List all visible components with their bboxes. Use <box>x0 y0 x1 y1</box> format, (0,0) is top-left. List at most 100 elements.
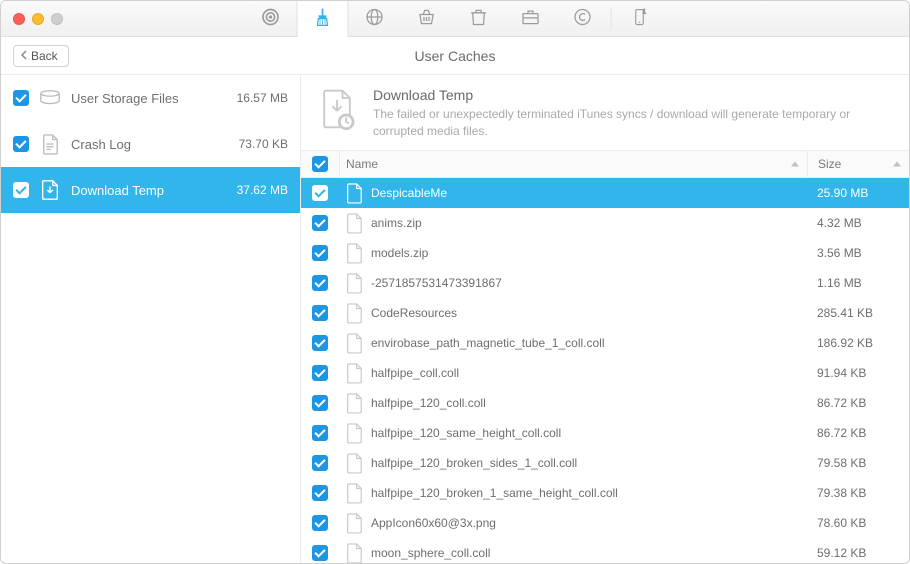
row-checkbox[interactable] <box>312 305 328 321</box>
table-header: Name Size <box>301 150 909 178</box>
download-temp-large-icon <box>315 87 359 131</box>
row-checkbox[interactable] <box>312 365 328 381</box>
column-header-name[interactable]: Name <box>339 151 807 177</box>
row-filename: CodeResources <box>371 306 457 320</box>
detail-description: The failed or unexpectedly terminated iT… <box>373 106 895 140</box>
chevron-left-icon <box>20 49 28 63</box>
row-checkbox[interactable] <box>312 185 328 201</box>
sidebar-item[interactable]: Download Temp37.62 MB <box>1 167 300 213</box>
row-checkbox[interactable] <box>312 275 328 291</box>
file-icon <box>345 512 363 534</box>
main-panel: Download Temp The failed or unexpectedly… <box>301 75 909 563</box>
sidebar-item-size: 37.62 MB <box>237 183 288 197</box>
sidebar-item[interactable]: User Storage Files16.57 MB <box>1 75 300 121</box>
row-name-cell: models.zip <box>339 242 807 264</box>
brush-icon <box>313 7 333 30</box>
table-row[interactable]: halfpipe_120_broken_sides_1_coll.coll79.… <box>301 448 909 478</box>
row-filename: -2571857531473391867 <box>371 276 502 290</box>
row-name-cell: halfpipe_coll.coll <box>339 362 807 384</box>
table-row[interactable]: envirobase_path_magnetic_tube_1_coll.col… <box>301 328 909 358</box>
table-row[interactable]: CodeResources 285.41 KB <box>301 298 909 328</box>
table-row[interactable]: -2571857531473391867 1.16 MB <box>301 268 909 298</box>
sidebar-checkbox[interactable] <box>13 136 29 152</box>
select-all-checkbox[interactable] <box>312 156 328 172</box>
briefcase-icon <box>521 7 541 30</box>
table-row[interactable]: DespicableMe25.90 MB <box>301 178 909 208</box>
row-size-cell: 285.41 KB <box>807 306 909 320</box>
sidebar-checkbox[interactable] <box>13 182 29 198</box>
toolbar: 1 <box>245 1 666 36</box>
back-button[interactable]: Back <box>13 45 69 67</box>
row-checkbox[interactable] <box>312 455 328 471</box>
row-size-cell: 78.60 KB <box>807 516 909 530</box>
minimize-window-button[interactable] <box>32 13 44 25</box>
row-name-cell: -2571857531473391867 <box>339 272 807 294</box>
row-checkbox[interactable] <box>312 395 328 411</box>
titlebar: 1 <box>1 1 909 37</box>
sort-arrow-icon <box>893 161 901 166</box>
zoom-window-button[interactable] <box>51 13 63 25</box>
table-row[interactable]: halfpipe_120_same_height_coll.coll86.72 … <box>301 418 909 448</box>
row-name-cell: moon_sphere_coll.coll <box>339 542 807 563</box>
file-icon <box>345 452 363 474</box>
row-name-cell: halfpipe_120_broken_sides_1_coll.coll <box>339 452 807 474</box>
traffic-lights <box>13 13 63 25</box>
row-size-cell: 79.38 KB <box>807 486 909 500</box>
file-icon <box>345 422 363 444</box>
row-checkbox[interactable] <box>312 245 328 261</box>
detail-header: Download Temp The failed or unexpectedly… <box>301 75 909 150</box>
row-checkbox[interactable] <box>312 515 328 531</box>
column-header-size[interactable]: Size <box>807 151 909 177</box>
toolbar-device[interactable]: 1 <box>614 1 666 37</box>
row-checkbox[interactable] <box>312 545 328 561</box>
toolbar-dashboard[interactable] <box>245 1 297 37</box>
page-title: User Caches <box>415 48 496 64</box>
row-checkbox[interactable] <box>312 425 328 441</box>
row-checkbox[interactable] <box>312 335 328 351</box>
row-size-cell: 86.72 KB <box>807 396 909 410</box>
toolbar-clean[interactable] <box>297 1 349 37</box>
close-window-button[interactable] <box>13 13 25 25</box>
row-checkbox[interactable] <box>312 485 328 501</box>
table-row[interactable]: halfpipe_120_coll.coll86.72 KB <box>301 388 909 418</box>
table-body: DespicableMe25.90 MBanims.zip4.32 MBmode… <box>301 178 909 563</box>
sidebar-item[interactable]: Crash Log73.70 KB <box>1 121 300 167</box>
sidebar-item-size: 16.57 MB <box>237 91 288 105</box>
toolbar-web[interactable] <box>349 1 401 37</box>
table-row[interactable]: anims.zip4.32 MB <box>301 208 909 238</box>
app-window: 1 Back User Caches User Storage Files16.… <box>0 0 910 564</box>
row-size-cell: 59.12 KB <box>807 546 909 560</box>
row-size-cell: 79.58 KB <box>807 456 909 470</box>
globe-icon <box>365 7 385 30</box>
row-checkbox[interactable] <box>312 215 328 231</box>
row-filename: halfpipe_120_same_height_coll.coll <box>371 426 561 440</box>
toolbar-trash[interactable] <box>453 1 505 37</box>
back-label: Back <box>31 49 58 63</box>
header-checkbox-cell[interactable] <box>301 156 339 172</box>
detail-text: Download Temp The failed or unexpectedly… <box>373 87 895 140</box>
file-icon <box>345 332 363 354</box>
toolbar-uninstall[interactable] <box>401 1 453 37</box>
sidebar-checkbox[interactable] <box>13 90 29 106</box>
file-icon <box>345 482 363 504</box>
table-row[interactable]: halfpipe_120_broken_1_same_height_coll.c… <box>301 478 909 508</box>
table-row[interactable]: halfpipe_coll.coll91.94 KB <box>301 358 909 388</box>
row-name-cell: CodeResources <box>339 302 807 324</box>
toolbar-toolbox[interactable] <box>505 1 557 37</box>
content: User Storage Files16.57 MBCrash Log73.70… <box>1 75 909 563</box>
row-filename: DespicableMe <box>371 186 447 200</box>
sidebar-item-size: 73.70 KB <box>239 137 288 151</box>
table-row[interactable]: models.zip3.56 MB <box>301 238 909 268</box>
row-filename: halfpipe_120_broken_1_same_height_coll.c… <box>371 486 618 500</box>
row-size-cell: 1.16 MB <box>807 276 909 290</box>
sort-arrow-icon <box>791 161 799 166</box>
drive-icon <box>39 87 61 109</box>
doc-icon <box>39 133 61 155</box>
toolbar-scan[interactable] <box>557 1 609 37</box>
file-icon <box>345 392 363 414</box>
table-row[interactable]: AppIcon60x60@3x.png78.60 KB <box>301 508 909 538</box>
subheader: Back User Caches <box>1 37 909 75</box>
row-filename: moon_sphere_coll.coll <box>371 546 490 560</box>
file-icon <box>345 302 363 324</box>
table-row[interactable]: moon_sphere_coll.coll 59.12 KB <box>301 538 909 563</box>
